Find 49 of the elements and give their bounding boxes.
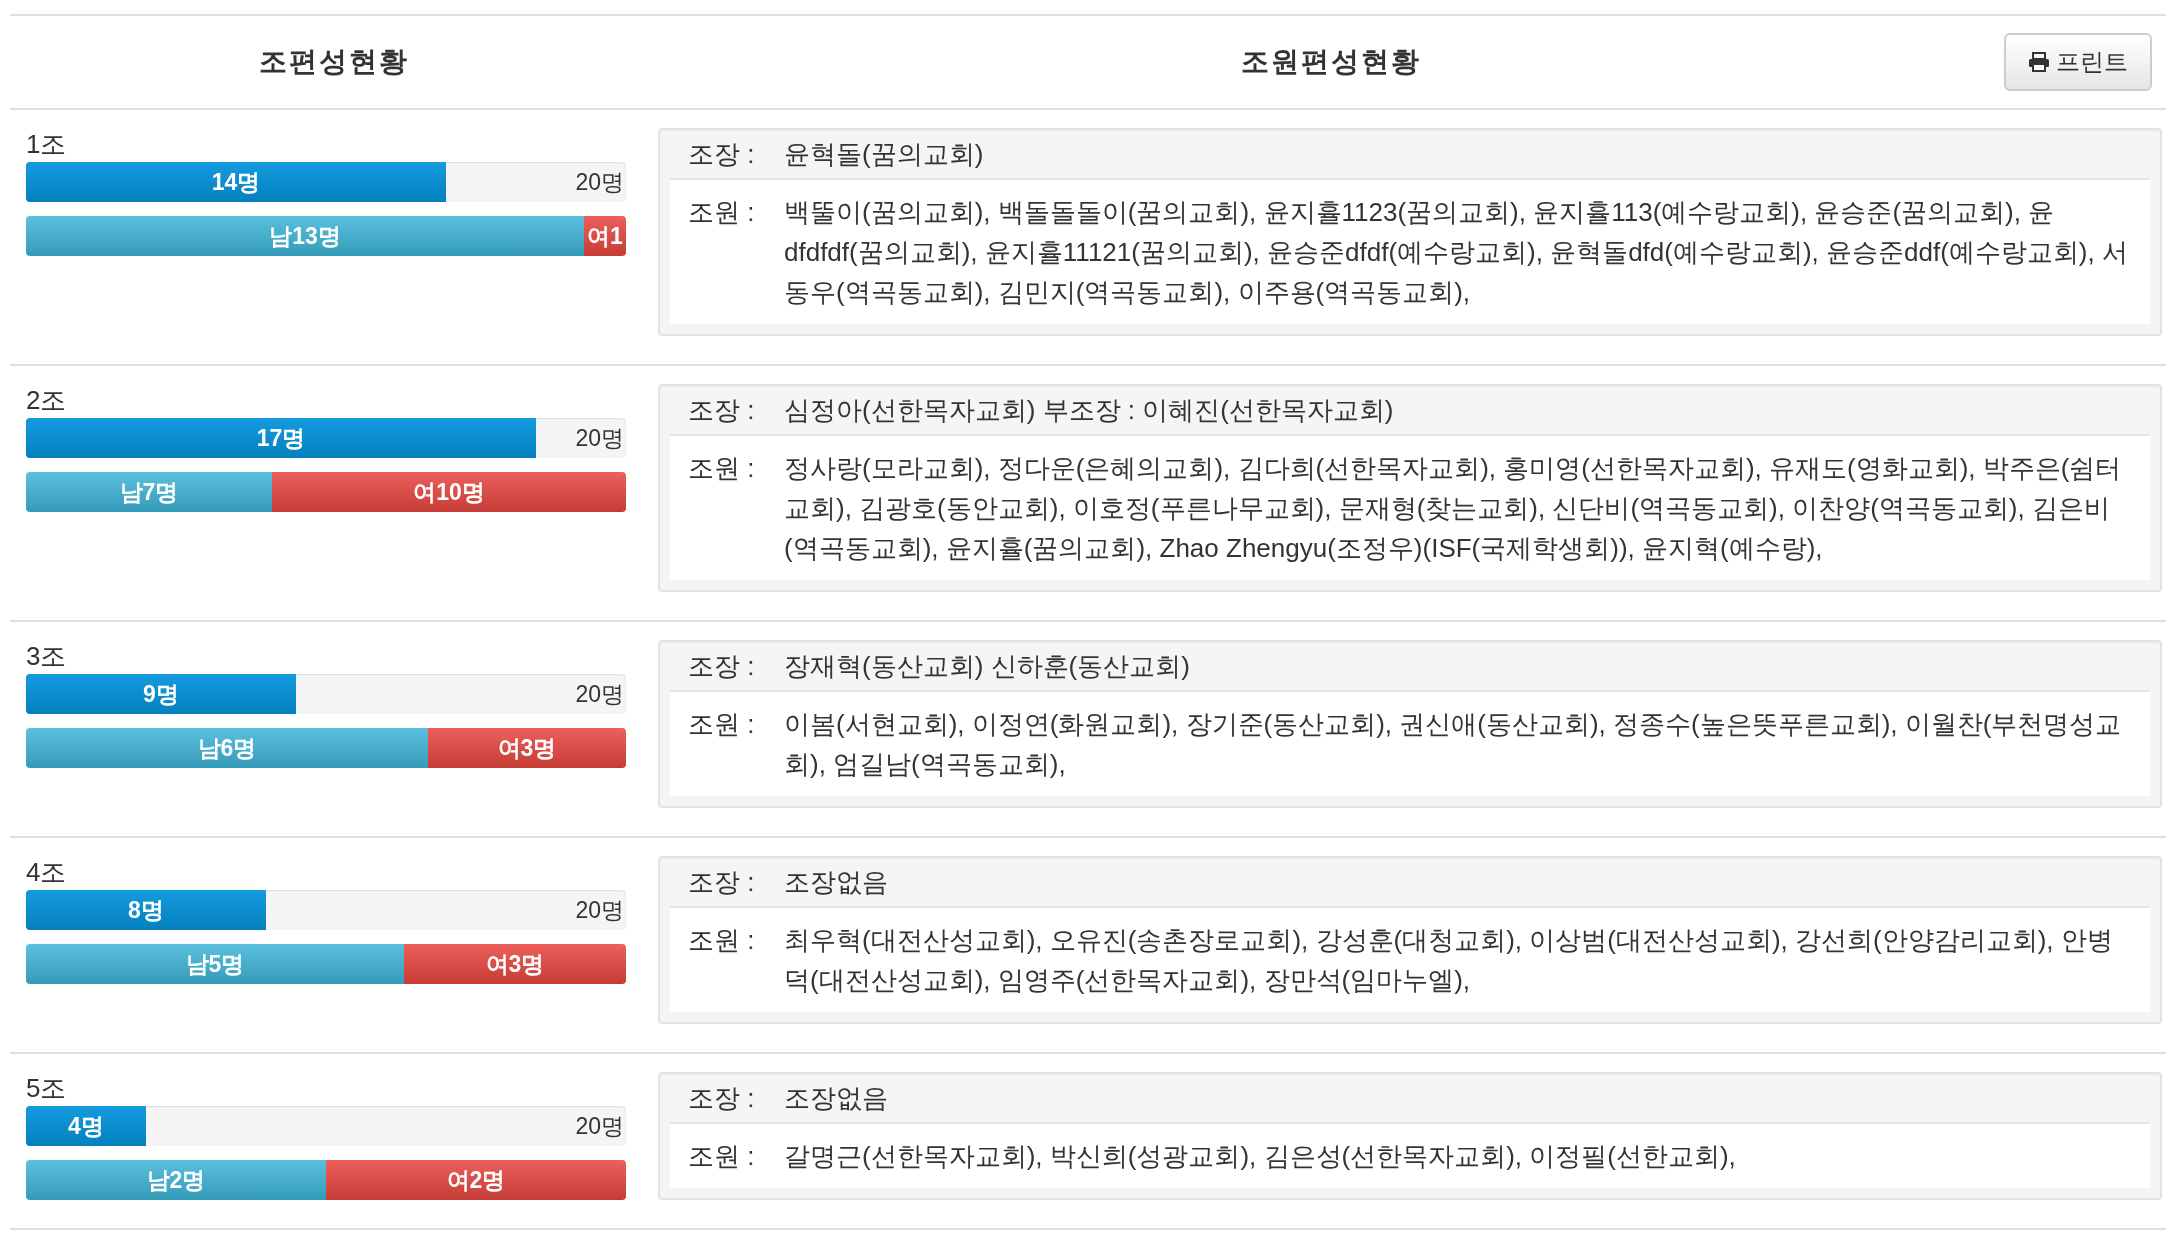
- members-text: 갈명근(선한목자교회), 박신희(성광교회), 김은성(선한목자교회), 이정필(선한교회),: [784, 1140, 1736, 1173]
- members-text: 백뚤이(꿈의교회), 백돌돌돌이(꿈의교회), 윤지휼1123(꿈의교회), 윤지휼113(예수랑교회), 윤승준(꿈의교회), 윤dfdfdf(꿈의교회), 윤지휼11121(꿈의교회), 윤승준dfdf(예수랑교회), 윤혁돌dfd(예수랑교회), 윤승준ddf(예수랑교회), 서동우(역곡동교회), 김민지(역곡동교회), 이주용(역곡동교회),: [784, 196, 2129, 309]
- leader-label: 조장 :: [688, 866, 756, 899]
- group-name: 1조: [26, 128, 68, 160]
- leader-label: 조장 :: [688, 1082, 756, 1115]
- count-progress-fill: 17명: [26, 418, 536, 458]
- members-text: 최우혁(대전산성교회), 오유진(송촌장로교회), 강성훈(대청교회), 이상범(대전산성교회), 강선희(안양감리교회), 안병덕(대전산성교회), 임영주(선한목자교회), 장만석(임마누엘),: [784, 924, 2114, 997]
- leader-label: 조장 :: [688, 650, 756, 683]
- female-progress-fill: 여2명: [326, 1160, 626, 1200]
- members-text: 이봄(서현교회), 이정연(화원교회), 장기준(동산교회), 권신애(동산교회), 정종수(높은뜻푸른교회), 이월찬(부천명성교회), 엄길남(역곡동교회),: [784, 708, 2123, 781]
- male-progress-fill: 남6명: [26, 728, 428, 768]
- group-name: 5조: [26, 1072, 68, 1104]
- members-title: 조원편성현황: [1241, 45, 1421, 79]
- leader-text: 조장없음: [784, 866, 888, 899]
- female-progress-fill: 여3명: [404, 944, 626, 984]
- male-progress-fill: 남2명: [26, 1160, 326, 1200]
- male-progress-fill: 남7명: [26, 472, 272, 512]
- count-progress-fill: 14명: [26, 162, 446, 202]
- group-name: 2조: [26, 384, 68, 416]
- male-progress-fill: 남5명: [26, 944, 404, 984]
- leader-text: 심정아(선한목자교회) 부조장 : 이혜진(선한목자교회): [784, 394, 1394, 427]
- leader-text: 윤혁돌(꿈의교회): [784, 138, 984, 171]
- count-progress-fill: 8명: [26, 890, 266, 930]
- members-label: 조원 :: [688, 708, 756, 741]
- printer-icon: [2028, 52, 2050, 72]
- capacity-label: 20명: [575, 679, 624, 709]
- count-progress-fill: 4명: [26, 1106, 146, 1146]
- capacity-label: 20명: [575, 423, 624, 453]
- members-label: 조원 :: [688, 1140, 756, 1173]
- print-button[interactable]: 프린트: [2004, 33, 2152, 91]
- capacity-label: 20명: [575, 167, 624, 197]
- leader-text: 조장없음: [784, 1082, 888, 1115]
- capacity-label: 20명: [575, 1111, 624, 1141]
- members-label: 조원 :: [688, 924, 756, 957]
- group-name: 4조: [26, 856, 68, 888]
- leader-label: 조장 :: [688, 138, 756, 171]
- female-progress-fill: 여3명: [428, 728, 626, 768]
- male-progress-fill: 남13명: [26, 216, 584, 256]
- members-label: 조원 :: [688, 452, 756, 485]
- members-text: 정사랑(모라교회), 정다운(은혜의교회), 김다희(선한목자교회), 홍미영(선한목자교회), 유재도(영화교회), 박주은(쉼터교회), 김광호(동안교회), 이호정(푸른나무교회), 문재형(찾는교회), 신단비(역곡동교회), 이찬양(역곡동교회), 김은비(역곡동교회), 윤지휼(꿈의교회), Zhao Zhengyu(조정우)(ISF(국제학생회)), 윤지혁(예수랑),: [784, 452, 2123, 565]
- leader-text: 장재혁(동산교회) 신하훈(동산교회): [784, 650, 1190, 683]
- group-name: 3조: [26, 640, 68, 672]
- capacity-label: 20명: [575, 895, 624, 925]
- female-progress-fill: 여10명: [272, 472, 626, 512]
- leader-label: 조장 :: [688, 394, 756, 427]
- groups-title: 조편성현황: [259, 45, 409, 79]
- members-label: 조원 :: [688, 196, 756, 229]
- count-progress-fill: 9명: [26, 674, 296, 714]
- female-progress-fill: 여1: [584, 216, 626, 256]
